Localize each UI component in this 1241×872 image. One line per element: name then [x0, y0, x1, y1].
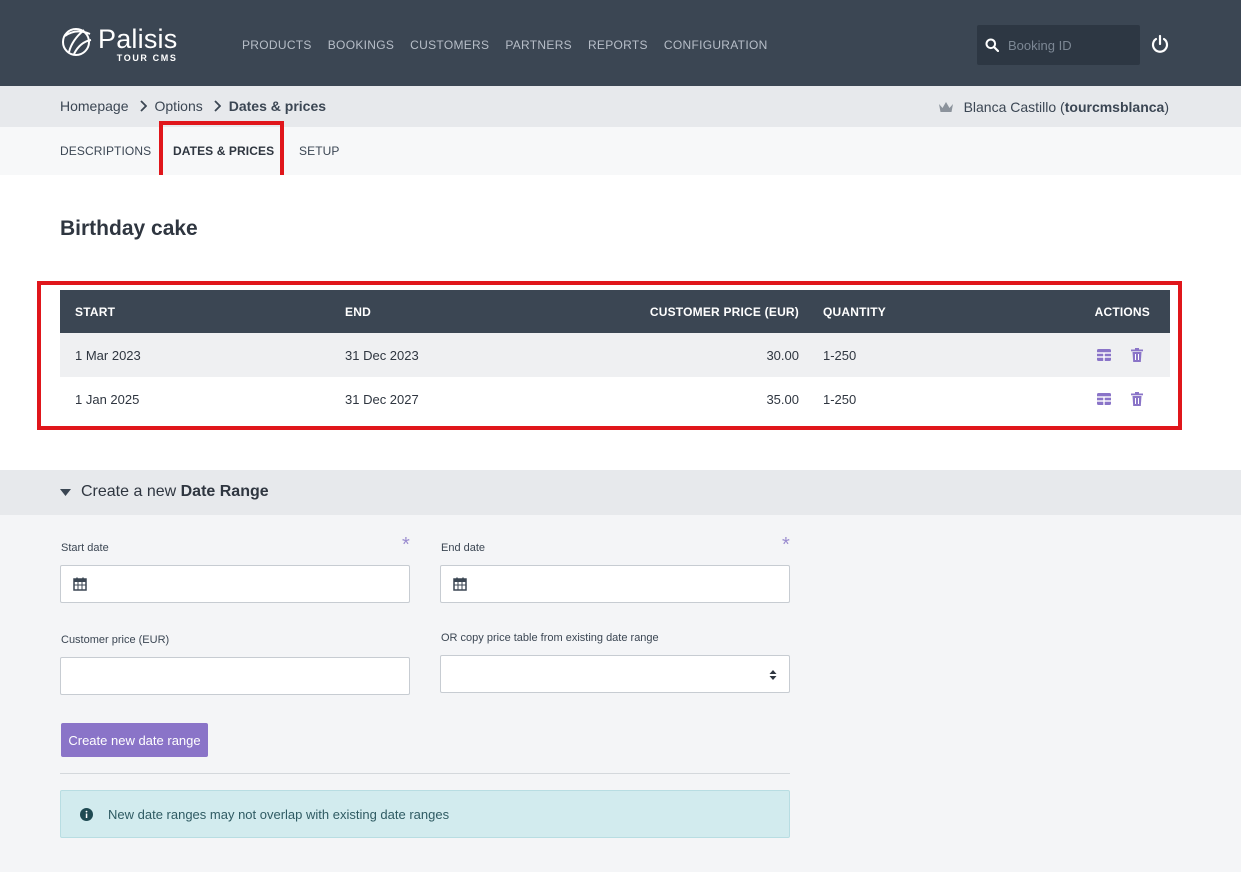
caret-down-icon: [60, 489, 71, 496]
top-navigation-bar: Palisis TOUR CMS PRODUCTS BOOKINGS CUSTO…: [0, 0, 1241, 86]
start-date-label: Start date: [61, 542, 109, 554]
breadcrumb-homepage[interactable]: Homepage: [60, 98, 129, 114]
main-nav: PRODUCTS BOOKINGS CUSTOMERS PARTNERS REP…: [242, 38, 784, 52]
booking-id-input[interactable]: [1008, 37, 1128, 53]
globe-logo-icon: [62, 28, 92, 56]
select-arrows-icon: [769, 670, 777, 680]
info-alert: New date ranges may not overlap with exi…: [60, 790, 790, 838]
customer-price-field: [60, 657, 410, 695]
brand-subtitle: TOUR CMS: [116, 53, 178, 63]
nav-customers[interactable]: CUSTOMERS: [410, 38, 489, 52]
breadcrumb-options[interactable]: Options: [155, 98, 203, 114]
start-date-field: [60, 565, 410, 603]
required-mark: *: [402, 534, 410, 556]
end-date-input[interactable]: [441, 566, 789, 602]
tab-setup[interactable]: SETUP: [299, 144, 340, 158]
search-icon: [985, 38, 999, 52]
chevron-right-icon: [139, 100, 147, 112]
section-title: Create a new Date Range: [81, 483, 269, 501]
breadcrumb-current: Dates & prices: [228, 98, 327, 114]
user-login: tourcmsblanca: [1064, 99, 1165, 115]
chevron-right-icon: [214, 100, 221, 112]
section-title-prefix: Create a new: [81, 483, 177, 500]
customer-price-label: Customer price (EUR): [61, 634, 170, 646]
calendar-icon[interactable]: [73, 577, 87, 591]
tab-highlight-box: [159, 121, 284, 180]
crown-icon: [938, 101, 953, 112]
breadcrumb: Homepage Options Dates & prices: [60, 98, 326, 114]
create-date-range-toggle[interactable]: Create a new Date Range: [0, 470, 1241, 515]
palisis-logo[interactable]: Palisis TOUR CMS: [60, 24, 177, 63]
table-highlight-box: [37, 281, 1182, 430]
page-title: Birthday cake: [60, 217, 198, 240]
info-icon: [80, 808, 93, 821]
divider: [60, 773, 790, 774]
brand-name: Palisis: [98, 24, 178, 54]
copy-price-table-select[interactable]: [440, 655, 790, 693]
user-info[interactable]: Blanca Castillo (tourcmsblanca): [938, 99, 1169, 115]
calendar-icon[interactable]: [453, 577, 467, 591]
booking-search: [977, 25, 1140, 65]
alert-text: New date ranges may not overlap with exi…: [108, 807, 450, 822]
nav-configuration[interactable]: CONFIGURATION: [664, 38, 768, 52]
nav-products[interactable]: PRODUCTS: [242, 38, 312, 52]
create-date-range-button[interactable]: Create new date range: [61, 723, 208, 757]
customer-price-input[interactable]: [61, 658, 409, 694]
required-mark: *: [782, 534, 790, 556]
end-date-field: [440, 565, 790, 603]
start-date-input[interactable]: [61, 566, 409, 602]
user-name: Blanca Castillo: [963, 99, 1057, 115]
section-title-main: Date Range: [180, 483, 269, 500]
nav-bookings[interactable]: BOOKINGS: [328, 38, 394, 52]
copy-price-table-label: OR copy price table from existing date r…: [441, 632, 659, 644]
end-date-label: End date: [441, 542, 486, 554]
nav-reports[interactable]: REPORTS: [588, 38, 648, 52]
tab-descriptions[interactable]: DESCRIPTIONS: [60, 144, 151, 158]
power-logout-icon[interactable]: [1150, 34, 1170, 54]
nav-partners[interactable]: PARTNERS: [505, 38, 572, 52]
